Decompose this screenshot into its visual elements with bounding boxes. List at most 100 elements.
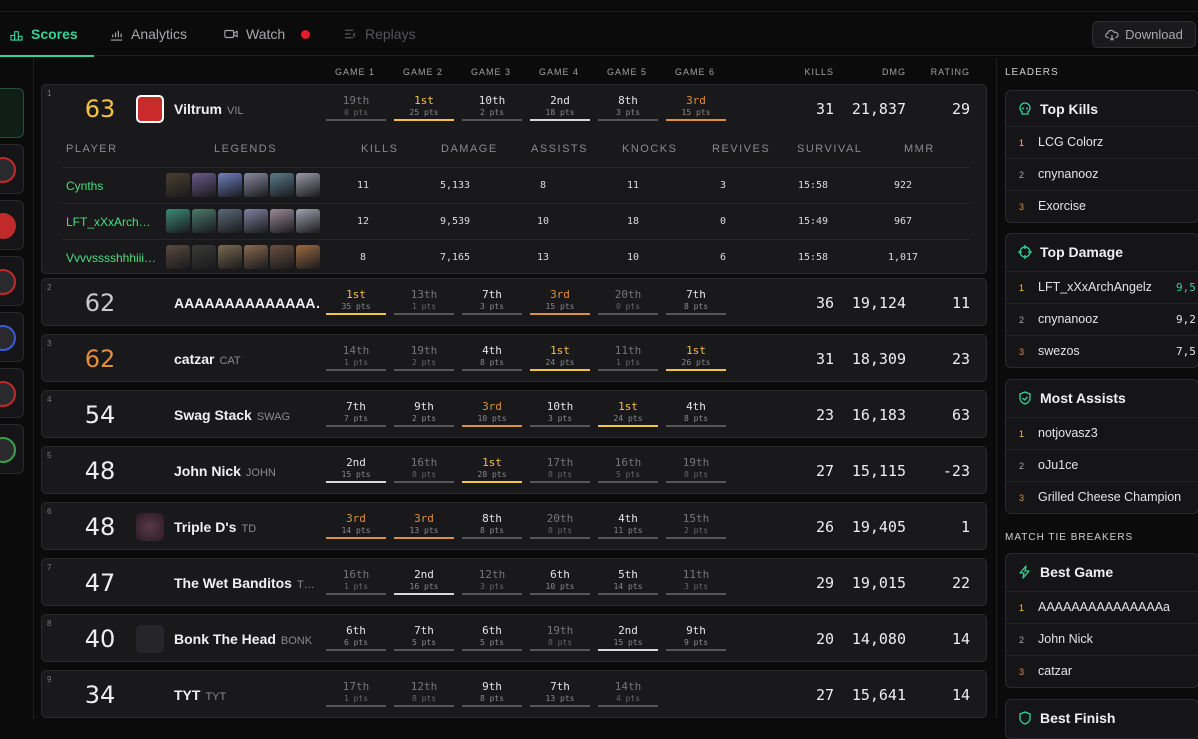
- player-row[interactable]: Vvvvsssshhhiii… 8 7,165 13 10 6 15:58 1,017: [61, 239, 971, 275]
- game-result: 19th 0 pts: [530, 624, 590, 652]
- team-name[interactable]: Triple D's TD: [174, 519, 256, 535]
- team-damage: 18,309: [851, 350, 906, 368]
- legend-portrait: [244, 245, 268, 269]
- legend-portrait: [166, 245, 190, 269]
- placement-bar: [394, 425, 454, 427]
- leader-row[interactable]: 3 Grilled Cheese Champion: [1006, 481, 1198, 513]
- game-points: 10 pts: [545, 582, 575, 591]
- game-result: 3rd 13 pts: [394, 512, 454, 540]
- leader-row[interactable]: 3 catzar: [1006, 655, 1198, 687]
- team-rating: 63: [951, 406, 970, 424]
- player-name[interactable]: Vvvvsssshhhiii…: [66, 251, 158, 265]
- game-points: 24 pts: [545, 358, 575, 367]
- game-result: 6th 10 pts: [530, 568, 590, 596]
- leader-row[interactable]: 2 cnynanooz: [1006, 158, 1198, 190]
- rail-match-1[interactable]: [0, 88, 24, 138]
- game-placement: 20th: [546, 512, 574, 525]
- game-points: 0 pts: [547, 526, 573, 535]
- leaders-title: LEADERS: [1005, 67, 1059, 78]
- col-game-6: GAME 6: [674, 67, 715, 77]
- download-label: Download: [1125, 27, 1183, 42]
- team-name[interactable]: Viltrum VIL: [174, 101, 244, 117]
- game-points: 24 pts: [613, 414, 643, 423]
- cloud-download-icon: [1105, 29, 1119, 41]
- team-name[interactable]: TYT TYT: [174, 687, 226, 703]
- game-result: 6th 6 pts: [326, 624, 386, 652]
- legend-portrait: [244, 173, 268, 197]
- team-kills: 31: [815, 350, 834, 368]
- team-row[interactable]: 8 40 Bonk The Head BONK 6th 6 pts 7th 5 pts…: [41, 614, 987, 662]
- game-points: 8 pts: [479, 694, 505, 703]
- game-points: 3 pts: [547, 414, 573, 423]
- player-kills: 11: [356, 180, 370, 191]
- leader-row[interactable]: 2 John Nick: [1006, 623, 1198, 655]
- leader-value: 7,5: [1176, 345, 1196, 358]
- leader-row[interactable]: 1 LCG Colorz: [1006, 126, 1198, 158]
- team-name[interactable]: AAAAAAAAAAAAAA…: [174, 295, 319, 311]
- leader-row[interactable]: 3 swezos 7,5: [1006, 335, 1198, 367]
- team-row[interactable]: 5 48 John Nick JOHN 2nd 15 pts 16th 0 pts 1…: [41, 446, 987, 494]
- leader-rank: 3: [1019, 202, 1025, 212]
- team-tag: TD: [241, 523, 257, 535]
- player-col-header: ASSISTS: [531, 143, 588, 155]
- tab-analytics[interactable]: Analytics: [110, 12, 187, 56]
- tab-scores[interactable]: Scores: [0, 12, 94, 57]
- leader-rank: 3: [1019, 667, 1025, 677]
- team-row[interactable]: 1 63 Viltrum VIL 19th 0 pts 1st 25 pts 10th…: [41, 84, 987, 274]
- placement-bar: [598, 537, 658, 539]
- rail-match-5[interactable]: [0, 312, 24, 362]
- team-row[interactable]: 7 47 The Wet Banditos T… 16th 1 pts 2nd 16 …: [41, 558, 987, 606]
- leader-name: swezos: [1038, 344, 1080, 358]
- team-row[interactable]: 4 54 Swag Stack SWAG 7th 7 pts 9th 2 pts 3r…: [41, 390, 987, 438]
- game-placement: 6th: [550, 568, 570, 581]
- rail-match-6[interactable]: [0, 368, 24, 418]
- leader-row[interactable]: 1 LFT_xXxArchAngelz 9,5: [1006, 271, 1198, 303]
- tab-watch[interactable]: Watch: [224, 12, 311, 56]
- download-button[interactable]: Download: [1092, 21, 1196, 48]
- placement-bar: [326, 705, 386, 707]
- team-name[interactable]: The Wet Banditos T…: [174, 575, 315, 591]
- placement-bar: [666, 649, 726, 651]
- team-name[interactable]: Bonk The Head BONK: [174, 631, 312, 647]
- team-row[interactable]: 2 62 AAAAAAAAAAAAAA… 1st 35 pts 13th 1 pts…: [41, 278, 987, 326]
- rail-match-7[interactable]: [0, 424, 24, 474]
- card-header: Top Damage: [1018, 244, 1123, 260]
- rail-match-3[interactable]: [0, 200, 24, 250]
- game-placement: 2nd: [550, 94, 570, 107]
- game-points: 5 pts: [479, 638, 505, 647]
- leader-row[interactable]: 3 Exorcise: [1006, 190, 1198, 222]
- team-rating: 23: [951, 350, 970, 368]
- team-row[interactable]: 6 48 Triple D's TD 3rd 14 pts 3rd 13 pts 8t…: [41, 502, 987, 550]
- leader-row[interactable]: 2 cnynanooz 9,2: [1006, 303, 1198, 335]
- game-placement: 1st: [686, 344, 706, 357]
- team-logo: [136, 95, 164, 123]
- team-name[interactable]: John Nick JOHN: [174, 463, 276, 479]
- placement-bar: [530, 593, 590, 595]
- player-row[interactable]: LFT_xXxArch… 12 9,539 10 18 0 15:49 967: [61, 203, 971, 239]
- team-rank: 3: [47, 339, 52, 348]
- team-tag: BONK: [280, 635, 313, 647]
- team-name[interactable]: Swag Stack SWAG: [174, 407, 290, 423]
- leader-row[interactable]: 2 oJu1ce: [1006, 449, 1198, 481]
- player-name[interactable]: LFT_xXxArch…: [66, 215, 158, 229]
- team-rank: 8: [47, 619, 52, 628]
- player-row[interactable]: Cynths 11 5,133 8 11 3 15:58 922: [61, 167, 971, 203]
- player-name[interactable]: Cynths: [66, 179, 158, 193]
- game-placement: 2nd: [618, 624, 638, 637]
- game-points: 2 pts: [479, 108, 505, 117]
- game-placement: 13th: [410, 288, 438, 301]
- team-name[interactable]: catzar CAT: [174, 351, 241, 367]
- leader-row[interactable]: 1 notjovasz3: [1006, 417, 1198, 449]
- game-placement: 12th: [410, 680, 438, 693]
- match-rail: [0, 57, 34, 719]
- team-tag: VIL: [226, 105, 244, 117]
- player-mmr: 922: [893, 180, 913, 191]
- tab-replays[interactable]: Replays: [344, 12, 416, 56]
- rail-match-2[interactable]: [0, 144, 24, 194]
- rail-match-4[interactable]: [0, 256, 24, 306]
- team-row[interactable]: 3 62 catzar CAT 14th 1 pts 19th 2 pts 4th 8…: [41, 334, 987, 382]
- game-result: 16th 0 pts: [394, 456, 454, 484]
- leader-name: cnynanooz: [1038, 312, 1099, 326]
- leader-row[interactable]: 1 AAAAAAAAAAAAAAAa: [1006, 591, 1198, 623]
- team-row[interactable]: 9 34 TYT TYT 17th 1 pts 12th 8 pts 9th 8 pt…: [41, 670, 987, 718]
